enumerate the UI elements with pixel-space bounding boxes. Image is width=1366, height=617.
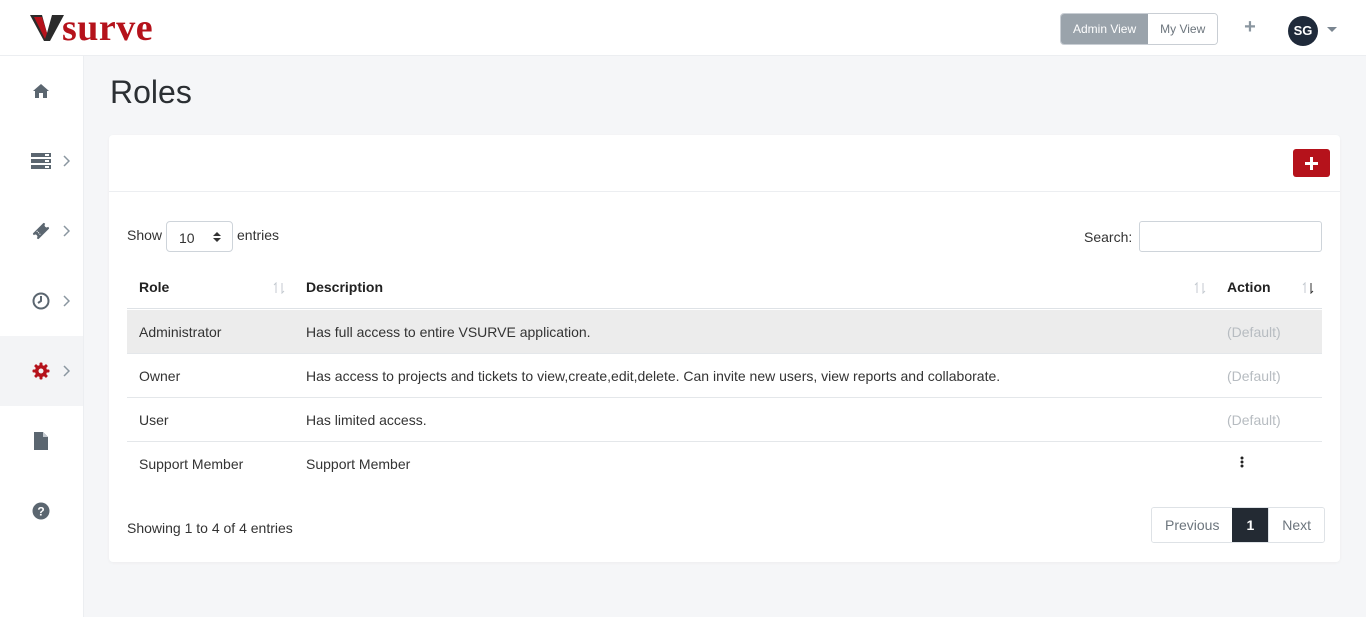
plus-icon <box>1305 157 1318 170</box>
cell-action-default: (Default) <box>1227 412 1281 428</box>
chevron-down-icon[interactable] <box>1327 27 1337 32</box>
cell-role: Owner <box>139 368 181 384</box>
roles-card: Show 10 entries Search: Role Description… <box>109 135 1340 562</box>
cell-action-default: (Default) <box>1227 368 1281 384</box>
sidebar-item-help[interactable]: ? <box>0 476 83 546</box>
logo-text: surve <box>62 7 154 49</box>
sidebar-item-home[interactable] <box>0 56 83 126</box>
column-header-role[interactable]: Role <box>139 279 169 295</box>
logo-v-mark <box>30 15 64 41</box>
column-header-action[interactable]: Action <box>1227 279 1271 295</box>
sort-icon[interactable] <box>273 282 285 294</box>
cell-role: Administrator <box>139 324 222 340</box>
gear-icon <box>32 362 50 380</box>
my-view-button[interactable]: My View <box>1148 14 1218 44</box>
svg-text:?: ? <box>37 505 44 519</box>
file-icon <box>34 432 48 450</box>
table-header: Role Description Action <box>127 265 1322 309</box>
search-label: Search: <box>1084 229 1133 245</box>
cell-description: Has full access to entire VSURVE applica… <box>306 324 591 340</box>
page-1-button[interactable]: 1 <box>1232 508 1269 542</box>
vsurve-logo[interactable]: surve <box>30 7 154 49</box>
cell-description: Has limited access. <box>306 412 427 428</box>
clock-icon <box>32 292 50 310</box>
ticket-icon <box>32 222 50 240</box>
home-icon <box>33 84 49 98</box>
avatar[interactable]: SG <box>1288 16 1318 46</box>
column-header-description[interactable]: Description <box>306 279 383 295</box>
card-header <box>109 135 1340 192</box>
top-navbar: surve Admin View My View + SG <box>0 0 1366 56</box>
sort-arrows-icon <box>213 232 221 242</box>
admin-view-button[interactable]: Admin View <box>1061 14 1149 44</box>
page-title: Roles <box>110 74 192 110</box>
plus-icon[interactable]: + <box>1242 17 1258 39</box>
chevron-right-icon <box>63 225 70 237</box>
chevron-right-icon <box>63 365 70 377</box>
sidebar-item-documents[interactable] <box>0 406 83 476</box>
previous-page-button[interactable]: Previous <box>1152 508 1233 542</box>
search-input[interactable] <box>1139 221 1322 252</box>
cell-description: Has access to projects and tickets to vi… <box>306 368 1001 384</box>
showing-entries-text: Showing 1 to 4 of 4 entries <box>127 520 293 536</box>
add-role-button[interactable] <box>1293 149 1330 177</box>
sidebar-item-settings[interactable] <box>0 336 83 406</box>
sidebar-item-time[interactable] <box>0 266 83 336</box>
sidebar-item-tickets[interactable] <box>0 196 83 266</box>
entries-select[interactable]: 10 <box>166 221 233 252</box>
help-icon: ? <box>32 502 50 520</box>
cell-description: Support Member <box>306 456 411 472</box>
cell-role: User <box>139 412 169 428</box>
kebab-menu-icon[interactable] <box>1239 456 1245 470</box>
entries-value: 10 <box>179 230 195 246</box>
cell-role: Support Member <box>139 456 244 472</box>
view-toggle: Admin View My View <box>1060 13 1219 45</box>
cell-action-default: (Default) <box>1227 324 1281 340</box>
show-label: Show <box>127 227 163 243</box>
sidebar: ? <box>0 56 84 617</box>
entries-label: entries <box>237 227 280 243</box>
sort-icon[interactable] <box>1194 282 1206 294</box>
chevron-right-icon <box>63 155 70 167</box>
chevron-right-icon <box>63 295 70 307</box>
pagination: Previous 1 Next <box>1151 507 1326 543</box>
sort-desc-icon[interactable] <box>1302 282 1314 294</box>
sidebar-item-servers[interactable] <box>0 126 83 196</box>
table-row[interactable]: Owner Has access to projects and tickets… <box>127 354 1322 398</box>
table-row[interactable]: Support Member Support Member <box>127 442 1322 486</box>
table-row[interactable]: Administrator Has full access to entire … <box>127 310 1322 354</box>
table-row[interactable]: User Has limited access. (Default) <box>127 398 1322 442</box>
next-page-button[interactable]: Next <box>1268 508 1325 542</box>
server-icon <box>31 153 51 169</box>
